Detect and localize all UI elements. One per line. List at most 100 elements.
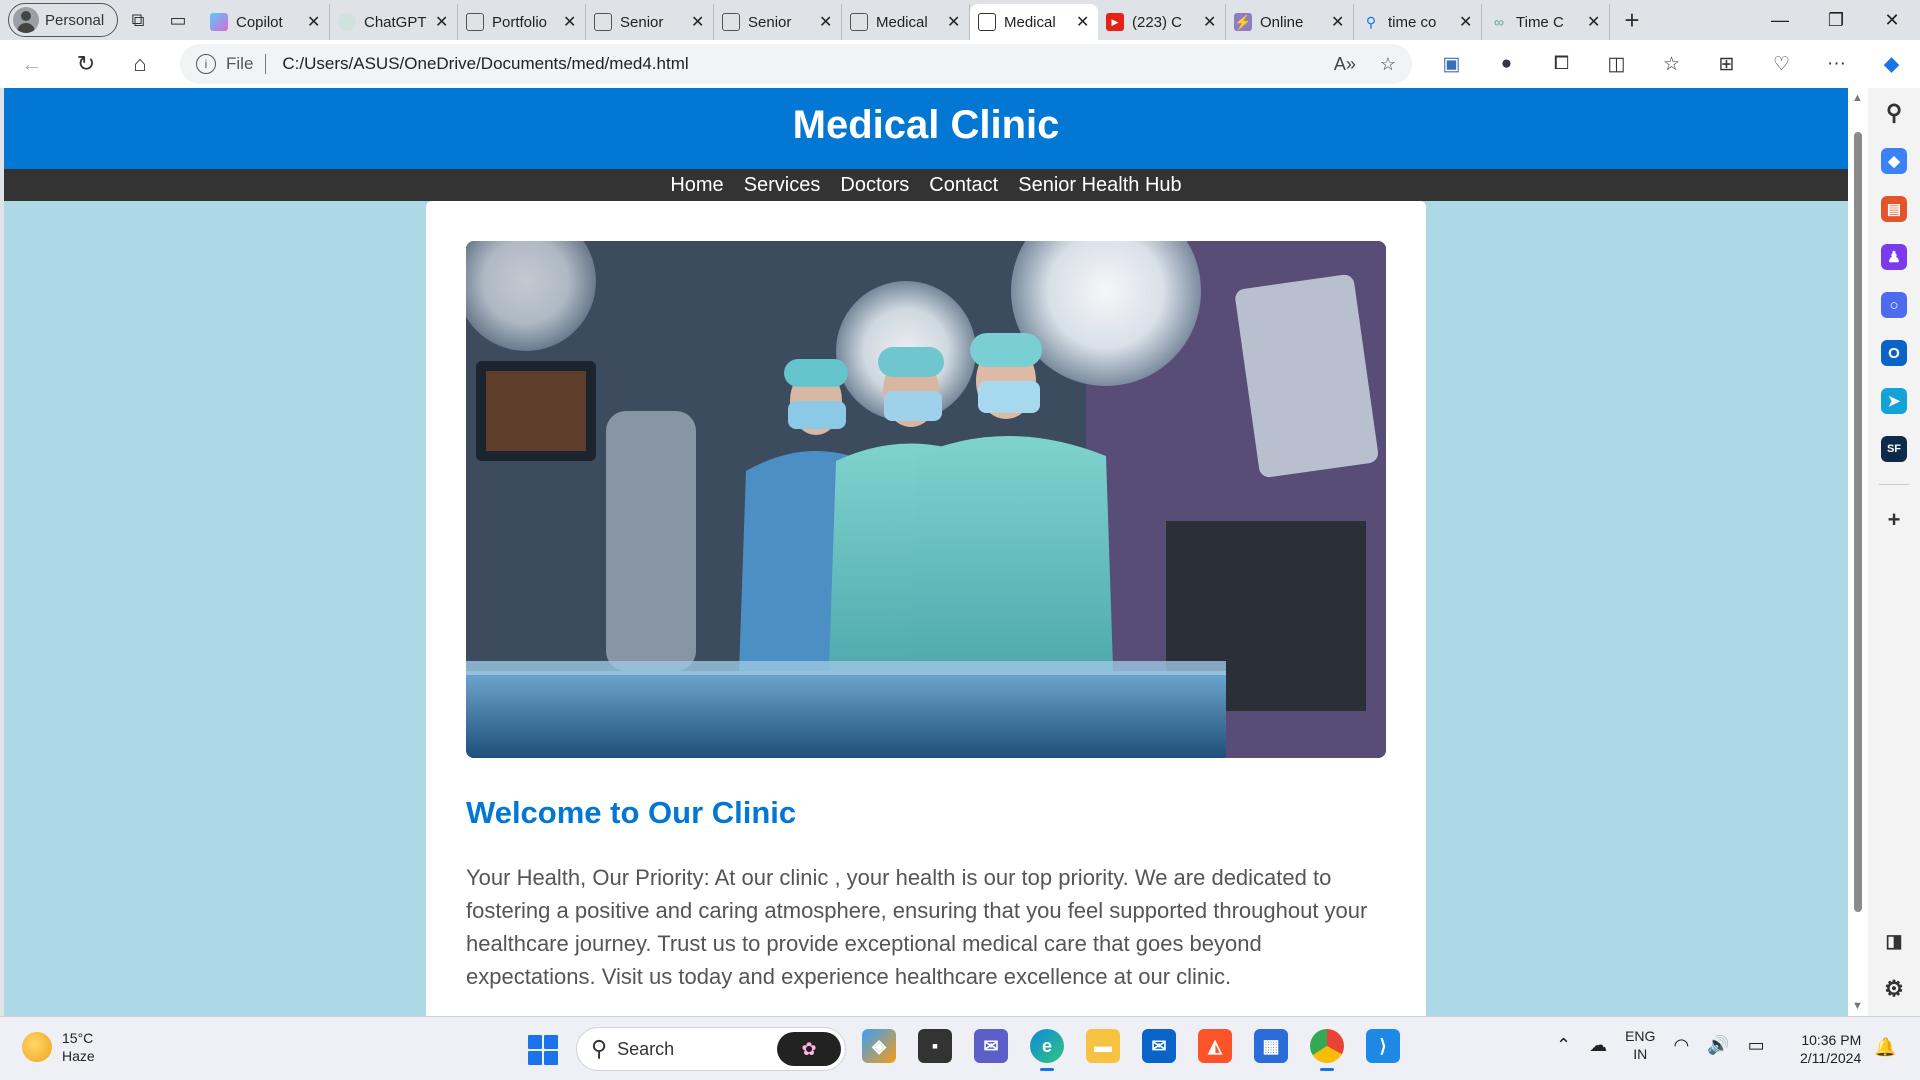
settings-gear-icon[interactable]: ⚙ — [1881, 976, 1907, 1002]
tab-medical-1[interactable]: Medical ✕ — [842, 4, 970, 40]
back-icon[interactable]: ← — [8, 44, 56, 84]
store-icon[interactable]: ▦ — [1254, 1029, 1288, 1063]
close-icon[interactable]: ✕ — [819, 12, 833, 32]
vscode-icon[interactable]: ⟩ — [1366, 1029, 1400, 1063]
close-icon[interactable]: ✕ — [947, 12, 961, 32]
m365-icon[interactable]: ○ — [1881, 292, 1907, 318]
browser-essentials-icon[interactable]: ♡ — [1754, 53, 1809, 76]
tab-copilot[interactable]: Copilot ✕ — [202, 4, 330, 40]
workspaces-icon[interactable]: ⧉ — [118, 0, 158, 40]
collections-icon[interactable]: ⊞ — [1699, 53, 1754, 76]
tab-medical-active[interactable]: Medical ✕ — [970, 4, 1098, 40]
close-icon[interactable]: ✕ — [435, 12, 449, 32]
tab-title: Senior — [748, 13, 792, 31]
volume-icon[interactable]: 🔊 — [1707, 1035, 1729, 1056]
extensions-icon[interactable]: ⧠ — [1534, 53, 1589, 75]
close-icon[interactable]: ✕ — [563, 12, 577, 32]
nav-doctors[interactable]: Doctors — [840, 174, 909, 197]
send-icon[interactable]: ➤ — [1881, 388, 1907, 414]
tab-portfolio[interactable]: Portfolio ✕ — [458, 4, 586, 40]
tab-time-converter[interactable]: ∞ Time C ✕ — [1482, 4, 1610, 40]
minimize-icon[interactable]: — — [1752, 0, 1808, 40]
clock[interactable]: 10:36 PM 2/11/2024 — [1800, 1031, 1861, 1067]
onedrive-offline-icon[interactable]: ☁ — [1589, 1035, 1607, 1056]
scroll-up-icon[interactable]: ▲ — [1852, 92, 1863, 104]
sf-app-icon[interactable]: SF — [1881, 436, 1907, 462]
home-icon[interactable]: ⌂ — [116, 44, 164, 84]
page-scrollbar[interactable]: ▲ ▼ — [1848, 88, 1868, 1016]
tools-briefcase-icon[interactable]: ▤ — [1881, 196, 1907, 222]
extension-screen-icon[interactable]: ▣ — [1424, 53, 1479, 76]
weather-widget[interactable]: 15°C Haze — [22, 1029, 95, 1065]
close-icon[interactable]: ✕ — [1587, 12, 1601, 32]
close-icon[interactable]: ✕ — [1331, 12, 1345, 32]
windows-logo-tile — [528, 1051, 542, 1065]
nav-services[interactable]: Services — [744, 174, 821, 197]
nav-contact[interactable]: Contact — [929, 174, 998, 197]
search-icon[interactable]: ⚲ — [1881, 100, 1907, 126]
copilot-icon — [210, 13, 228, 31]
close-icon[interactable]: ✕ — [1076, 12, 1090, 32]
url-text[interactable]: C:/Users/ASUS/OneDrive/Documents/med/med… — [282, 54, 688, 74]
tab-chatgpt[interactable]: ChatGPT ✕ — [330, 4, 458, 40]
tab-youtube[interactable]: ▶ (223) C ✕ — [1098, 4, 1226, 40]
new-tab-button[interactable]: + — [1610, 0, 1654, 40]
teams-chat-icon[interactable]: ✉ — [974, 1029, 1008, 1063]
split-screen-icon[interactable]: ◫ — [1589, 53, 1644, 76]
sidebar-toggle-icon[interactable]: ◨ — [1881, 928, 1907, 954]
brave-browser-icon[interactable]: ◭ — [1198, 1029, 1232, 1063]
tab-title: Time C — [1516, 13, 1564, 31]
extension-cursor-icon[interactable]: ● — [1479, 53, 1534, 75]
tab-senior-1[interactable]: Senior ✕ — [586, 4, 714, 40]
edge-browser-icon[interactable]: e — [1030, 1029, 1064, 1071]
copilot-icon[interactable]: ◆ — [1864, 53, 1919, 76]
site-title: Medical Clinic — [792, 103, 1060, 147]
add-icon[interactable]: + — [1881, 507, 1907, 533]
language-indicator[interactable]: ENG IN — [1625, 1027, 1655, 1063]
tab-title: (223) C — [1132, 13, 1183, 31]
copilot-pre-icon[interactable]: ◈ — [862, 1029, 896, 1063]
wifi-icon[interactable]: ◠ — [1673, 1035, 1689, 1056]
favorites-icon[interactable]: ☆ — [1644, 53, 1699, 76]
profile-button[interactable]: Personal — [8, 3, 118, 37]
chrome-browser-icon[interactable] — [1310, 1029, 1344, 1071]
tab-time-search[interactable]: ⚲ time co ✕ — [1354, 4, 1482, 40]
nav-senior-health-hub[interactable]: Senior Health Hub — [1018, 174, 1181, 197]
bolt-icon: ⚡ — [1234, 13, 1252, 31]
chevron-up-icon[interactable]: ⌃ — [1556, 1035, 1571, 1056]
copilot-icon[interactable]: ✿ — [777, 1032, 841, 1066]
more-menu-icon[interactable]: ··· — [1809, 53, 1864, 75]
start-button[interactable] — [528, 1035, 558, 1065]
close-icon[interactable]: ✕ — [307, 12, 321, 32]
shopping-tag-icon[interactable]: ◆ — [1881, 148, 1907, 174]
close-icon[interactable]: ✕ — [1203, 12, 1217, 32]
close-window-icon[interactable]: ✕ — [1864, 0, 1920, 40]
task-view-icon[interactable]: ▪ — [918, 1029, 952, 1063]
document-icon — [466, 13, 484, 31]
address-bar[interactable]: i File C:/Users/ASUS/OneDrive/Documents/… — [180, 44, 1412, 84]
restore-icon[interactable]: ❐ — [1808, 0, 1864, 40]
close-icon[interactable]: ✕ — [1459, 12, 1473, 32]
games-icon[interactable]: ♟ — [1881, 244, 1907, 270]
info-icon[interactable]: i — [196, 54, 216, 74]
nav-home[interactable]: Home — [670, 174, 723, 197]
browser-toolbar: ← ↻ ⌂ i File C:/Users/ASUS/OneDrive/Docu… — [0, 40, 1920, 88]
clock-time: 10:36 PM — [1801, 1032, 1862, 1048]
notification-bell-icon[interactable]: 🔔 — [1874, 1037, 1896, 1058]
close-icon[interactable]: ✕ — [691, 12, 705, 32]
file-explorer-icon[interactable]: ▬ — [1086, 1029, 1120, 1063]
favorite-star-icon[interactable]: ☆ — [1380, 54, 1396, 75]
youtube-icon: ▶ — [1106, 13, 1124, 31]
scroll-down-icon[interactable]: ▼ — [1852, 1000, 1863, 1012]
tab-senior-2[interactable]: Senior ✕ — [714, 4, 842, 40]
refresh-icon[interactable]: ↻ — [62, 44, 110, 84]
mail-icon[interactable]: ✉ — [1142, 1029, 1176, 1063]
scrollbar-thumb[interactable] — [1854, 132, 1862, 912]
read-aloud-icon[interactable]: A» — [1334, 54, 1356, 75]
sidebar-divider — [1879, 484, 1909, 485]
tab-actions-icon[interactable]: ▭ — [158, 0, 198, 40]
tab-online[interactable]: ⚡ Online ✕ — [1226, 4, 1354, 40]
battery-icon[interactable]: ▭ — [1748, 1035, 1765, 1056]
outlook-icon[interactable]: O — [1881, 340, 1907, 366]
taskbar-search[interactable]: ⚲ Search ✿ — [576, 1027, 846, 1071]
